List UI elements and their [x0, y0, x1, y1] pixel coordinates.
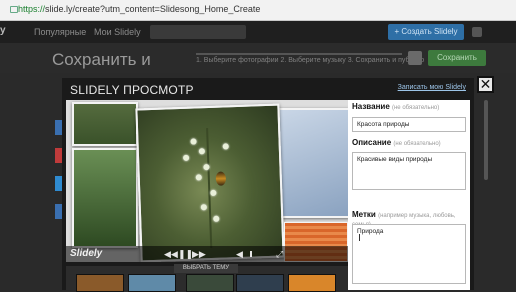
photo-thumbnail — [72, 148, 138, 248]
flower — [183, 154, 190, 161]
flower — [213, 215, 220, 222]
logo[interactable]: y — [0, 25, 12, 39]
user-icon[interactable] — [472, 27, 482, 37]
theme-strip: ВЫБРАТЬ ТЕМУ — [66, 264, 348, 292]
theme-thumb[interactable] — [288, 274, 336, 292]
name-label: Название (не обязательно) — [352, 102, 440, 111]
modal-title: SLIDELY ПРОСМОТР — [70, 83, 194, 97]
save-button[interactable]: Сохранить — [428, 50, 486, 66]
flower — [190, 138, 197, 145]
search-input[interactable] — [150, 25, 246, 39]
theme-thumb[interactable] — [186, 274, 234, 292]
flower — [222, 143, 229, 150]
nav-item-popular[interactable]: Популярные — [34, 27, 86, 37]
editor-steps: 1. Выберите фотографии 2. Выберите музык… — [196, 57, 425, 64]
slideshow-preview[interactable]: Slidely ◀◀ ❚❚ ▶▶ ◀ ⤢ — [66, 100, 348, 262]
tags-field[interactable]: Природа — [352, 224, 466, 284]
choose-theme-tab[interactable]: ВЫБРАТЬ ТЕМУ — [174, 264, 238, 273]
name-field[interactable]: Красота природы — [352, 117, 466, 132]
next-icon[interactable]: ▶▶ — [192, 249, 206, 260]
nav-item-my-slidely[interactable]: Мои Slidely — [94, 27, 141, 37]
main-photo — [135, 103, 285, 262]
pause-icon[interactable]: ❚❚ — [178, 249, 193, 260]
fullscreen-icon[interactable]: ⤢ — [276, 249, 283, 260]
flower — [200, 204, 207, 211]
player-controls: Slidely ◀◀ ❚❚ ▶▶ ◀ ⤢ — [66, 246, 348, 262]
volume-level[interactable] — [250, 251, 272, 257]
record-link[interactable]: Записать мою Slidely — [398, 84, 466, 91]
prev-icon[interactable]: ◀◀ — [164, 249, 178, 260]
lock-icon — [10, 6, 18, 13]
editor-bar: Сохранить и 1. Выберите фотографии 2. Вы… — [0, 43, 516, 73]
close-button[interactable]: ✕ — [477, 76, 494, 93]
details-form: Название (не обязательно) Красота природ… — [348, 100, 470, 290]
bee — [215, 171, 227, 186]
theme-thumb[interactable] — [236, 274, 284, 292]
theme-thumb[interactable] — [76, 274, 124, 292]
flower — [198, 148, 205, 155]
browser-address-bar[interactable]: https://slide.ly/create?utm_content=Slid… — [0, 0, 516, 21]
preview-modal: SLIDELY ПРОСМОТР Записать мою Slidely Sl… — [62, 78, 474, 292]
flower — [210, 189, 217, 196]
editor-title: Сохранить и — [52, 50, 151, 69]
create-slidely-button[interactable]: + Создать Slidely — [388, 24, 464, 40]
flower — [195, 174, 202, 181]
app-header: y Популярные Мои Slidely + Создать Slide… — [0, 21, 516, 43]
page-scrollbar[interactable] — [484, 100, 488, 180]
text-cursor — [359, 234, 360, 241]
description-label: Описание (не обязательно) — [352, 138, 441, 147]
flower-stem — [206, 128, 213, 249]
photo-thumbnail — [72, 102, 138, 146]
photo-thumbnail — [278, 108, 348, 218]
options-button[interactable] — [408, 51, 422, 65]
theme-thumb[interactable] — [128, 274, 176, 292]
volume-icon[interactable]: ◀ — [236, 249, 243, 260]
description-field[interactable]: Красивые виды природы — [352, 152, 466, 190]
url-text[interactable]: https://slide.ly/create?utm_content=Slid… — [18, 4, 260, 14]
progress-line — [196, 53, 402, 55]
slidely-logo: Slidely — [70, 248, 103, 259]
